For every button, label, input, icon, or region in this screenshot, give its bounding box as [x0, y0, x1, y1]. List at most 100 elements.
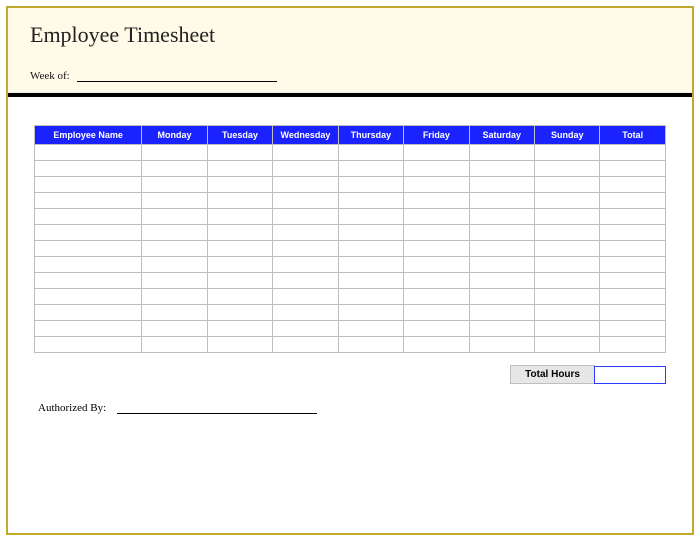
- table-cell[interactable]: [600, 225, 666, 241]
- table-cell[interactable]: [535, 241, 600, 257]
- table-cell[interactable]: [404, 289, 469, 305]
- table-cell[interactable]: [207, 337, 272, 353]
- table-cell[interactable]: [142, 209, 207, 225]
- table-cell[interactable]: [404, 209, 469, 225]
- table-cell[interactable]: [535, 193, 600, 209]
- table-cell[interactable]: [338, 337, 403, 353]
- table-cell[interactable]: [600, 337, 666, 353]
- table-cell[interactable]: [142, 257, 207, 273]
- table-cell[interactable]: [142, 225, 207, 241]
- table-cell[interactable]: [142, 305, 207, 321]
- table-cell[interactable]: [35, 209, 142, 225]
- table-cell[interactable]: [535, 273, 600, 289]
- table-cell[interactable]: [338, 193, 403, 209]
- table-cell[interactable]: [404, 337, 469, 353]
- table-cell[interactable]: [207, 305, 272, 321]
- table-cell[interactable]: [600, 209, 666, 225]
- table-cell[interactable]: [273, 209, 338, 225]
- table-cell[interactable]: [469, 257, 534, 273]
- table-cell[interactable]: [142, 145, 207, 161]
- table-cell[interactable]: [207, 225, 272, 241]
- table-cell[interactable]: [404, 145, 469, 161]
- table-cell[interactable]: [600, 321, 666, 337]
- table-cell[interactable]: [469, 193, 534, 209]
- table-cell[interactable]: [273, 305, 338, 321]
- table-cell[interactable]: [142, 273, 207, 289]
- table-cell[interactable]: [535, 289, 600, 305]
- table-cell[interactable]: [35, 241, 142, 257]
- table-cell[interactable]: [404, 161, 469, 177]
- table-cell[interactable]: [535, 321, 600, 337]
- table-cell[interactable]: [404, 241, 469, 257]
- table-cell[interactable]: [142, 241, 207, 257]
- table-cell[interactable]: [207, 161, 272, 177]
- table-cell[interactable]: [142, 289, 207, 305]
- table-cell[interactable]: [207, 241, 272, 257]
- table-cell[interactable]: [469, 145, 534, 161]
- table-cell[interactable]: [338, 161, 403, 177]
- table-cell[interactable]: [207, 145, 272, 161]
- table-cell[interactable]: [469, 225, 534, 241]
- table-cell[interactable]: [207, 257, 272, 273]
- table-cell[interactable]: [273, 145, 338, 161]
- table-cell[interactable]: [600, 305, 666, 321]
- table-cell[interactable]: [600, 257, 666, 273]
- table-cell[interactable]: [338, 273, 403, 289]
- table-cell[interactable]: [338, 321, 403, 337]
- table-cell[interactable]: [338, 257, 403, 273]
- table-cell[interactable]: [469, 289, 534, 305]
- table-cell[interactable]: [600, 289, 666, 305]
- table-cell[interactable]: [273, 257, 338, 273]
- table-cell[interactable]: [535, 209, 600, 225]
- table-cell[interactable]: [207, 177, 272, 193]
- total-hours-value[interactable]: [594, 366, 666, 384]
- table-cell[interactable]: [273, 289, 338, 305]
- table-cell[interactable]: [35, 337, 142, 353]
- table-cell[interactable]: [273, 321, 338, 337]
- table-cell[interactable]: [469, 177, 534, 193]
- table-cell[interactable]: [338, 209, 403, 225]
- table-cell[interactable]: [404, 321, 469, 337]
- table-cell[interactable]: [600, 273, 666, 289]
- table-cell[interactable]: [469, 305, 534, 321]
- table-cell[interactable]: [338, 225, 403, 241]
- table-cell[interactable]: [535, 305, 600, 321]
- table-cell[interactable]: [469, 161, 534, 177]
- table-cell[interactable]: [469, 273, 534, 289]
- table-cell[interactable]: [35, 145, 142, 161]
- table-cell[interactable]: [207, 209, 272, 225]
- table-cell[interactable]: [404, 193, 469, 209]
- table-cell[interactable]: [535, 177, 600, 193]
- table-cell[interactable]: [273, 337, 338, 353]
- table-cell[interactable]: [338, 305, 403, 321]
- table-cell[interactable]: [469, 209, 534, 225]
- table-cell[interactable]: [35, 321, 142, 337]
- table-cell[interactable]: [338, 241, 403, 257]
- table-cell[interactable]: [404, 273, 469, 289]
- table-cell[interactable]: [35, 289, 142, 305]
- table-cell[interactable]: [273, 161, 338, 177]
- authorized-by-field[interactable]: [117, 404, 317, 414]
- table-cell[interactable]: [535, 225, 600, 241]
- table-cell[interactable]: [207, 321, 272, 337]
- table-cell[interactable]: [338, 177, 403, 193]
- table-cell[interactable]: [535, 161, 600, 177]
- table-cell[interactable]: [600, 177, 666, 193]
- table-cell[interactable]: [535, 337, 600, 353]
- table-cell[interactable]: [404, 177, 469, 193]
- table-cell[interactable]: [404, 305, 469, 321]
- table-cell[interactable]: [35, 257, 142, 273]
- table-cell[interactable]: [469, 241, 534, 257]
- table-cell[interactable]: [273, 241, 338, 257]
- table-cell[interactable]: [404, 225, 469, 241]
- table-cell[interactable]: [207, 289, 272, 305]
- table-cell[interactable]: [207, 273, 272, 289]
- table-cell[interactable]: [469, 337, 534, 353]
- table-cell[interactable]: [35, 225, 142, 241]
- table-cell[interactable]: [338, 289, 403, 305]
- table-cell[interactable]: [535, 145, 600, 161]
- table-cell[interactable]: [600, 145, 666, 161]
- table-cell[interactable]: [273, 177, 338, 193]
- table-cell[interactable]: [338, 145, 403, 161]
- table-cell[interactable]: [600, 161, 666, 177]
